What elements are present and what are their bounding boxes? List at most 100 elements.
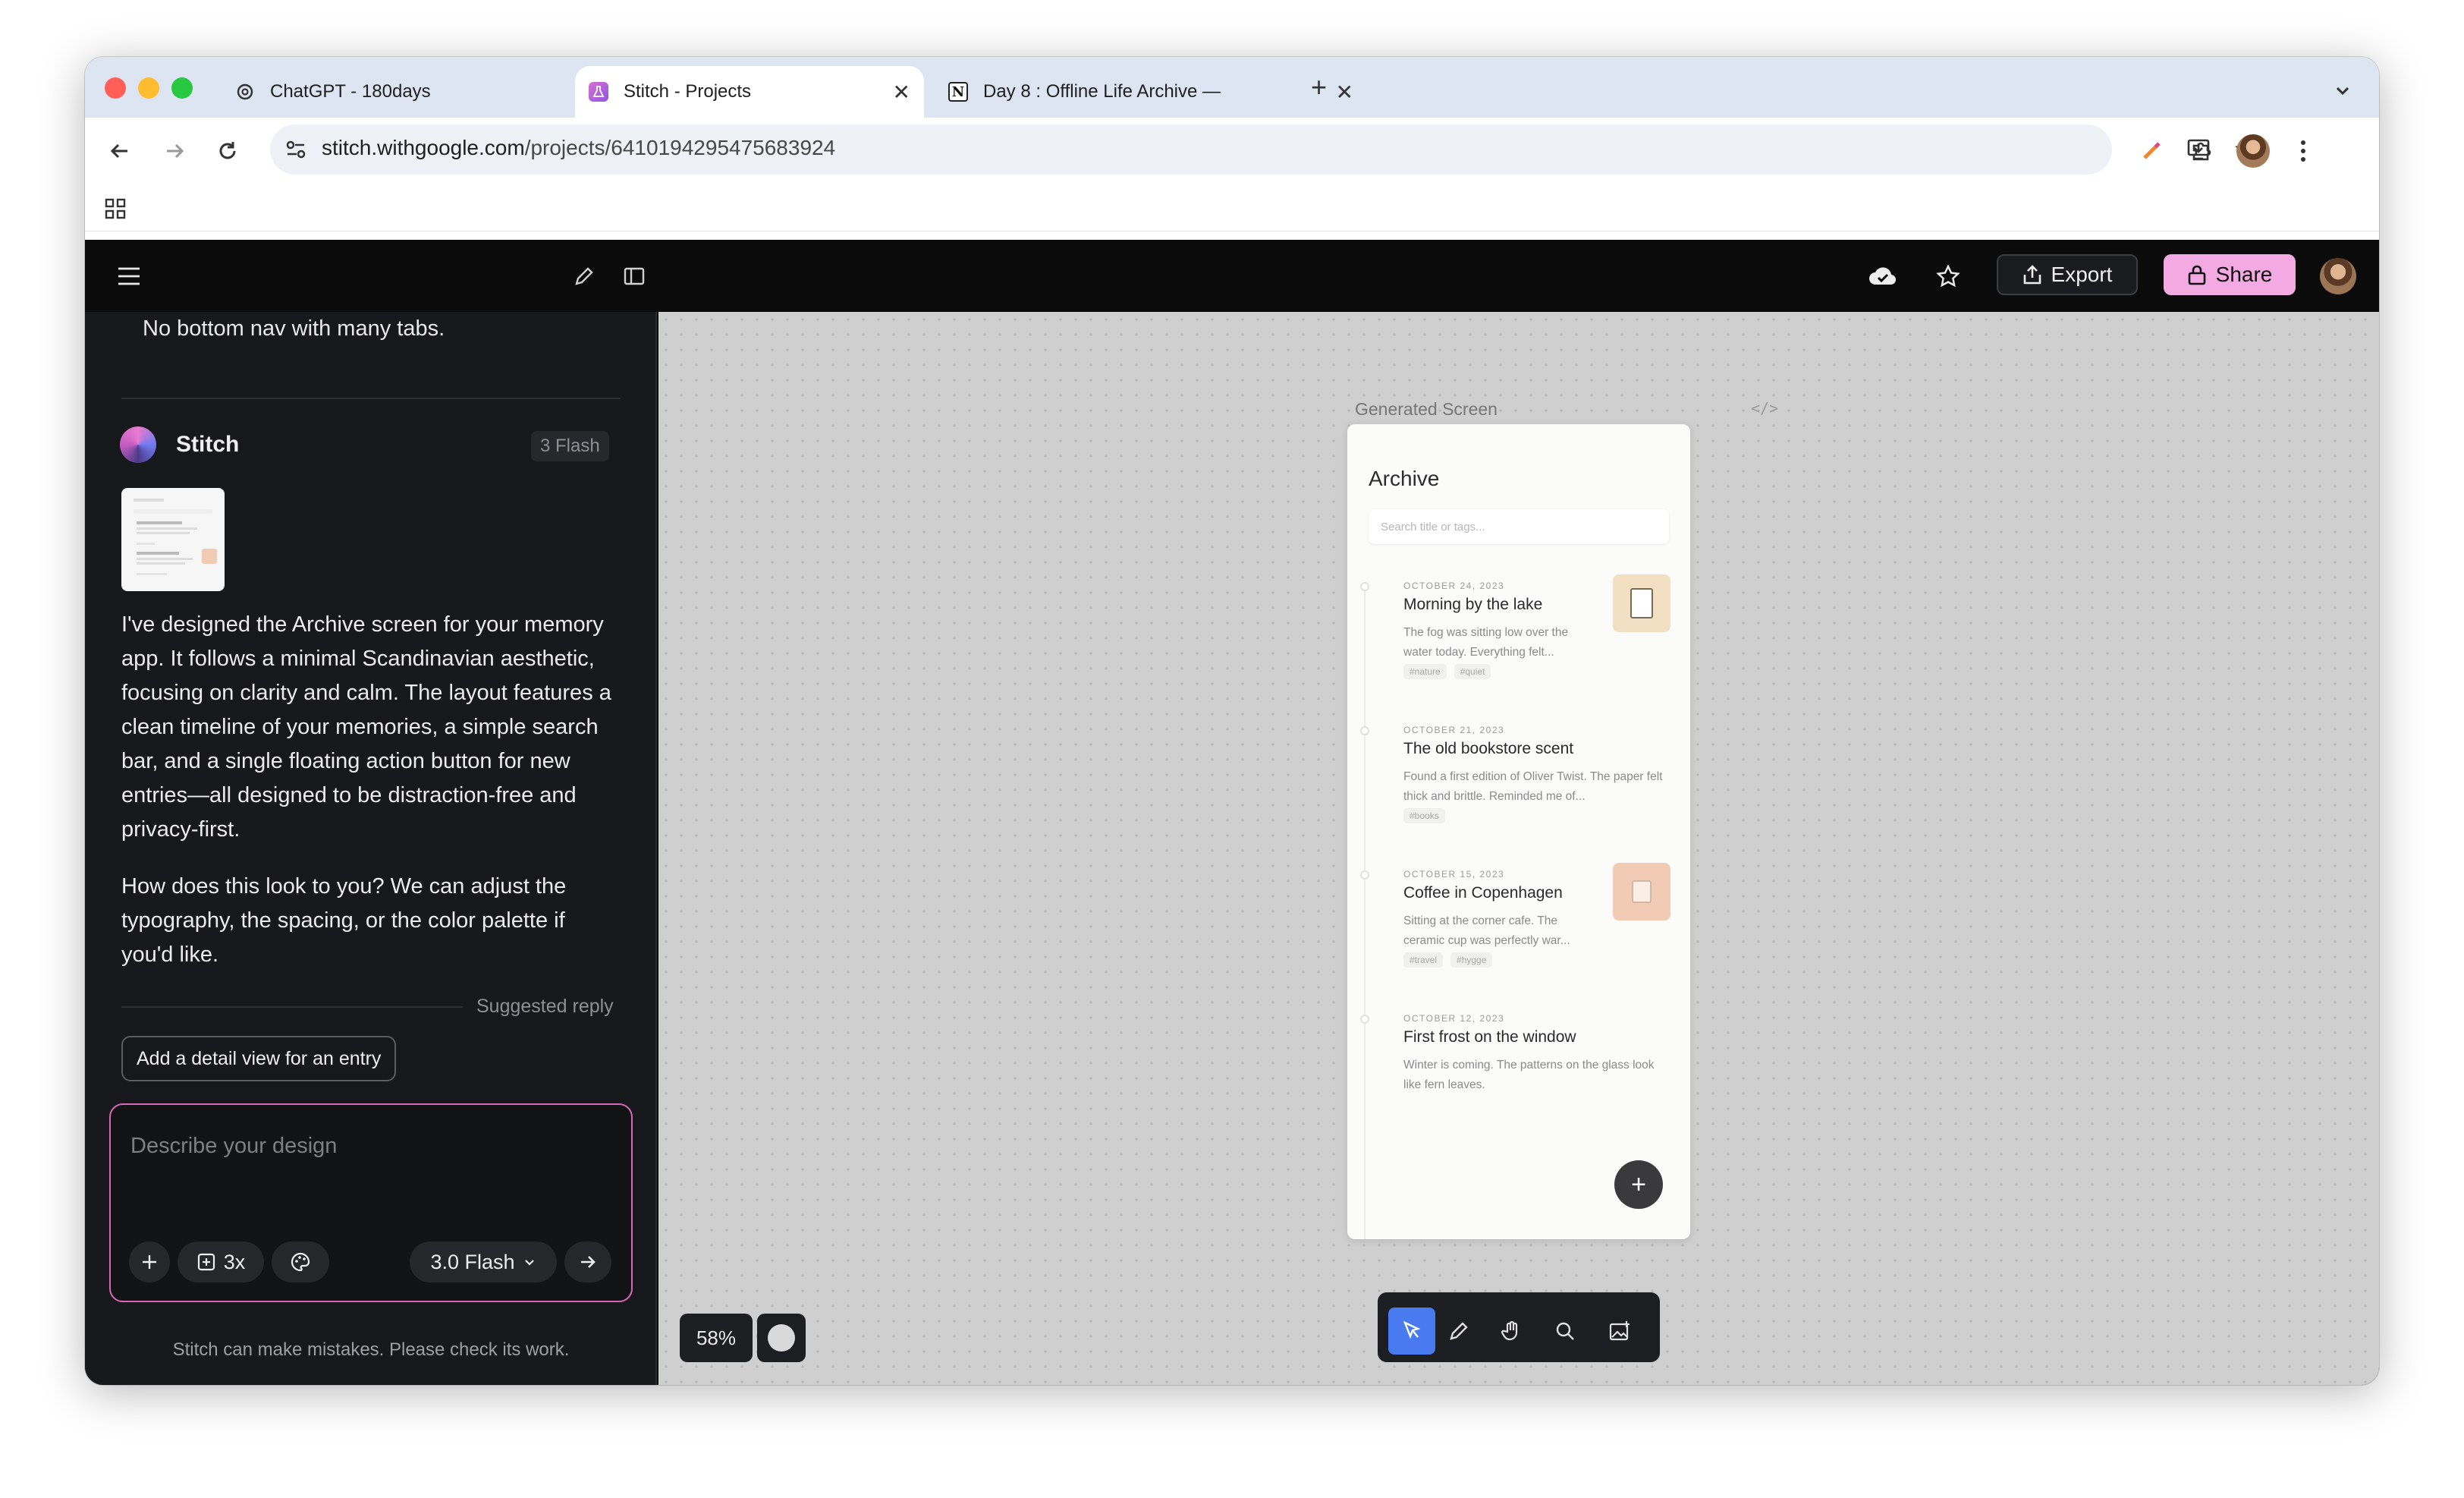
entry-date: OCTOBER 15, 2023 <box>1403 869 1505 880</box>
browser-menu-icon[interactable] <box>2286 134 2320 168</box>
entry-thumbnail <box>1613 574 1670 632</box>
chatgpt-icon <box>235 82 255 102</box>
entry-date: OCTOBER 21, 2023 <box>1403 725 1505 735</box>
apps-grid-icon[interactable] <box>99 192 132 225</box>
zoom-level[interactable]: 58% <box>680 1314 753 1362</box>
url-host: stitch.withgoogle.com <box>322 136 525 159</box>
timeline-dot <box>1360 870 1369 880</box>
toggle-sidebar-icon[interactable] <box>621 263 648 290</box>
add-entry-fab[interactable]: + <box>1614 1160 1663 1209</box>
back-arrow-icon[interactable] <box>103 134 137 168</box>
model-select[interactable]: 3.0 Flash <box>410 1242 557 1282</box>
add-attachment-button[interactable] <box>129 1242 170 1282</box>
export-button[interactable]: Export <box>1997 254 2138 295</box>
share-label: Share <box>2215 263 2273 286</box>
divider <box>121 398 621 399</box>
chat-panel: No bottom nav with many tabs. Stitch 3 F… <box>85 312 657 1385</box>
entry-title: First frost on the window <box>1403 1028 1576 1046</box>
preview-title: Archive <box>1369 467 1440 490</box>
edit-pencil-icon[interactable] <box>570 263 598 290</box>
timeline-dot <box>1360 1015 1369 1024</box>
pan-hand-icon[interactable] <box>1488 1308 1535 1355</box>
entry-body: The fog was sitting low over the water t… <box>1403 626 1569 659</box>
entry-tag: #nature <box>1403 664 1447 679</box>
hamburger-menu-icon[interactable] <box>115 263 143 290</box>
timeline-entry[interactable]: OCTOBER 12, 2023 First frost on the wind… <box>1347 1007 1690 1106</box>
theme-palette-button[interactable] <box>272 1242 329 1282</box>
palette-icon <box>291 1252 310 1272</box>
previous-message-text: No bottom nav with many tabs. <box>143 316 445 341</box>
close-tab-icon[interactable]: ✕ <box>1336 80 1353 105</box>
send-button[interactable] <box>564 1242 611 1282</box>
entry-tag: #hygge <box>1450 952 1493 968</box>
prompt-input[interactable]: Describe your design 3x 3.0 Flash <box>109 1103 633 1302</box>
browser-window: ChatGPT - 180days ✕ Stitch - Projects ✕ … <box>85 57 2379 1385</box>
assistant-name: Stitch <box>176 432 240 457</box>
design-canvas[interactable]: Generated Screen </> Archive Search titl… <box>658 312 2379 1385</box>
entry-tags: #nature #quiet <box>1403 664 1491 679</box>
reply-paragraph: How does this look to you? We can adjust… <box>121 874 567 967</box>
tab-search-chevron-icon[interactable] <box>2329 77 2356 104</box>
select-tool-icon[interactable] <box>1388 1308 1435 1355</box>
timeline-entry[interactable]: OCTOBER 15, 2023 Coffee in Copenhagen Si… <box>1347 863 1690 977</box>
generated-screen-frame[interactable]: Archive Search title or tags... OCTOBER … <box>1347 424 1690 1239</box>
export-label: Export <box>2051 263 2113 286</box>
model-badge: 3 Flash <box>531 431 609 461</box>
entry-title: Morning by the lake <box>1403 596 1543 613</box>
address-bar-row: stitch.withgoogle.com/projects/641019429… <box>85 118 2379 184</box>
bookmarks-bar <box>85 184 2379 231</box>
disclaimer: Stitch can make mistakes. Please check i… <box>172 1339 570 1360</box>
new-tab-button[interactable]: + <box>1311 74 1327 101</box>
stitch-logo-icon <box>120 426 156 463</box>
entry-body: Winter is coming. The patterns on the gl… <box>1403 1059 1655 1091</box>
minimize-window-button[interactable] <box>138 77 159 99</box>
multiplier-label: 3x <box>223 1250 246 1273</box>
timeline-entry[interactable]: OCTOBER 24, 2023 Morning by the lake The… <box>1347 574 1690 688</box>
favorite-star-icon[interactable] <box>1933 261 1963 291</box>
export-upload-icon <box>2023 265 2041 285</box>
share-lock-icon <box>2188 265 2205 285</box>
entry-tag: #travel <box>1403 952 1444 968</box>
preview-search-input[interactable]: Search title or tags... <box>1369 509 1669 544</box>
entry-body: Sitting at the corner cafe. The ceramic … <box>1403 914 1570 947</box>
app-header: Export Share <box>85 240 2379 312</box>
share-button[interactable]: Share <box>2164 254 2296 295</box>
tab-stitch[interactable]: Stitch - Projects ✕ <box>575 66 924 118</box>
timeline-entry[interactable]: OCTOBER 21, 2023 The old bookstore scent… <box>1347 719 1690 832</box>
entry-tag: #books <box>1403 808 1445 823</box>
entry-date: OCTOBER 12, 2023 <box>1403 1013 1505 1024</box>
timeline-dot <box>1360 582 1369 591</box>
tab-title: Stitch - Projects <box>624 81 752 102</box>
tab-notion[interactable]: N Day 8 : Offline Life Archive — ✕ <box>935 66 1367 118</box>
reload-icon[interactable] <box>211 134 244 168</box>
site-settings-icon[interactable] <box>284 137 308 165</box>
reply-paragraph: I've designed the Archive screen for you… <box>121 612 611 842</box>
zoom-search-icon[interactable] <box>1542 1308 1589 1355</box>
suggested-reply-button[interactable]: Add a detail view for an entry <box>121 1036 397 1081</box>
close-window-button[interactable] <box>105 77 126 99</box>
canvas-toolbar <box>1378 1292 1660 1362</box>
chevron-down-icon <box>524 1260 534 1266</box>
variants-multiplier-button[interactable]: 3x <box>178 1242 264 1282</box>
entry-tags: #books <box>1403 808 1445 823</box>
extensions-puzzle-icon[interactable] <box>2185 134 2218 168</box>
extension-pen-icon[interactable] <box>2135 134 2168 168</box>
view-code-icon[interactable]: </> <box>1751 399 1778 417</box>
canvas-theme-toggle[interactable] <box>757 1314 806 1362</box>
user-avatar[interactable] <box>2320 258 2356 294</box>
add-image-icon[interactable] <box>1596 1308 1643 1355</box>
tab-title: ChatGPT - 180days <box>270 81 431 102</box>
forward-arrow-icon[interactable] <box>158 134 191 168</box>
generated-screen-thumbnail[interactable] <box>121 488 225 591</box>
url-text: stitch.withgoogle.com/projects/641019429… <box>322 136 835 160</box>
suggested-reply-label: Suggested reply <box>476 996 614 1017</box>
annotate-pencil-icon[interactable] <box>1435 1308 1482 1355</box>
entry-title: Coffee in Copenhagen <box>1403 884 1563 902</box>
entry-body: Found a first edition of Oliver Twist. T… <box>1403 770 1663 803</box>
close-tab-icon[interactable]: ✕ <box>893 80 910 105</box>
cloud-sync-icon[interactable] <box>1866 260 1900 293</box>
zoom-window-button[interactable] <box>171 77 193 99</box>
url-field[interactable]: stitch.withgoogle.com/projects/641019429… <box>270 124 2259 175</box>
profile-avatar[interactable] <box>2236 134 2270 168</box>
add-screen-icon <box>197 1253 215 1271</box>
